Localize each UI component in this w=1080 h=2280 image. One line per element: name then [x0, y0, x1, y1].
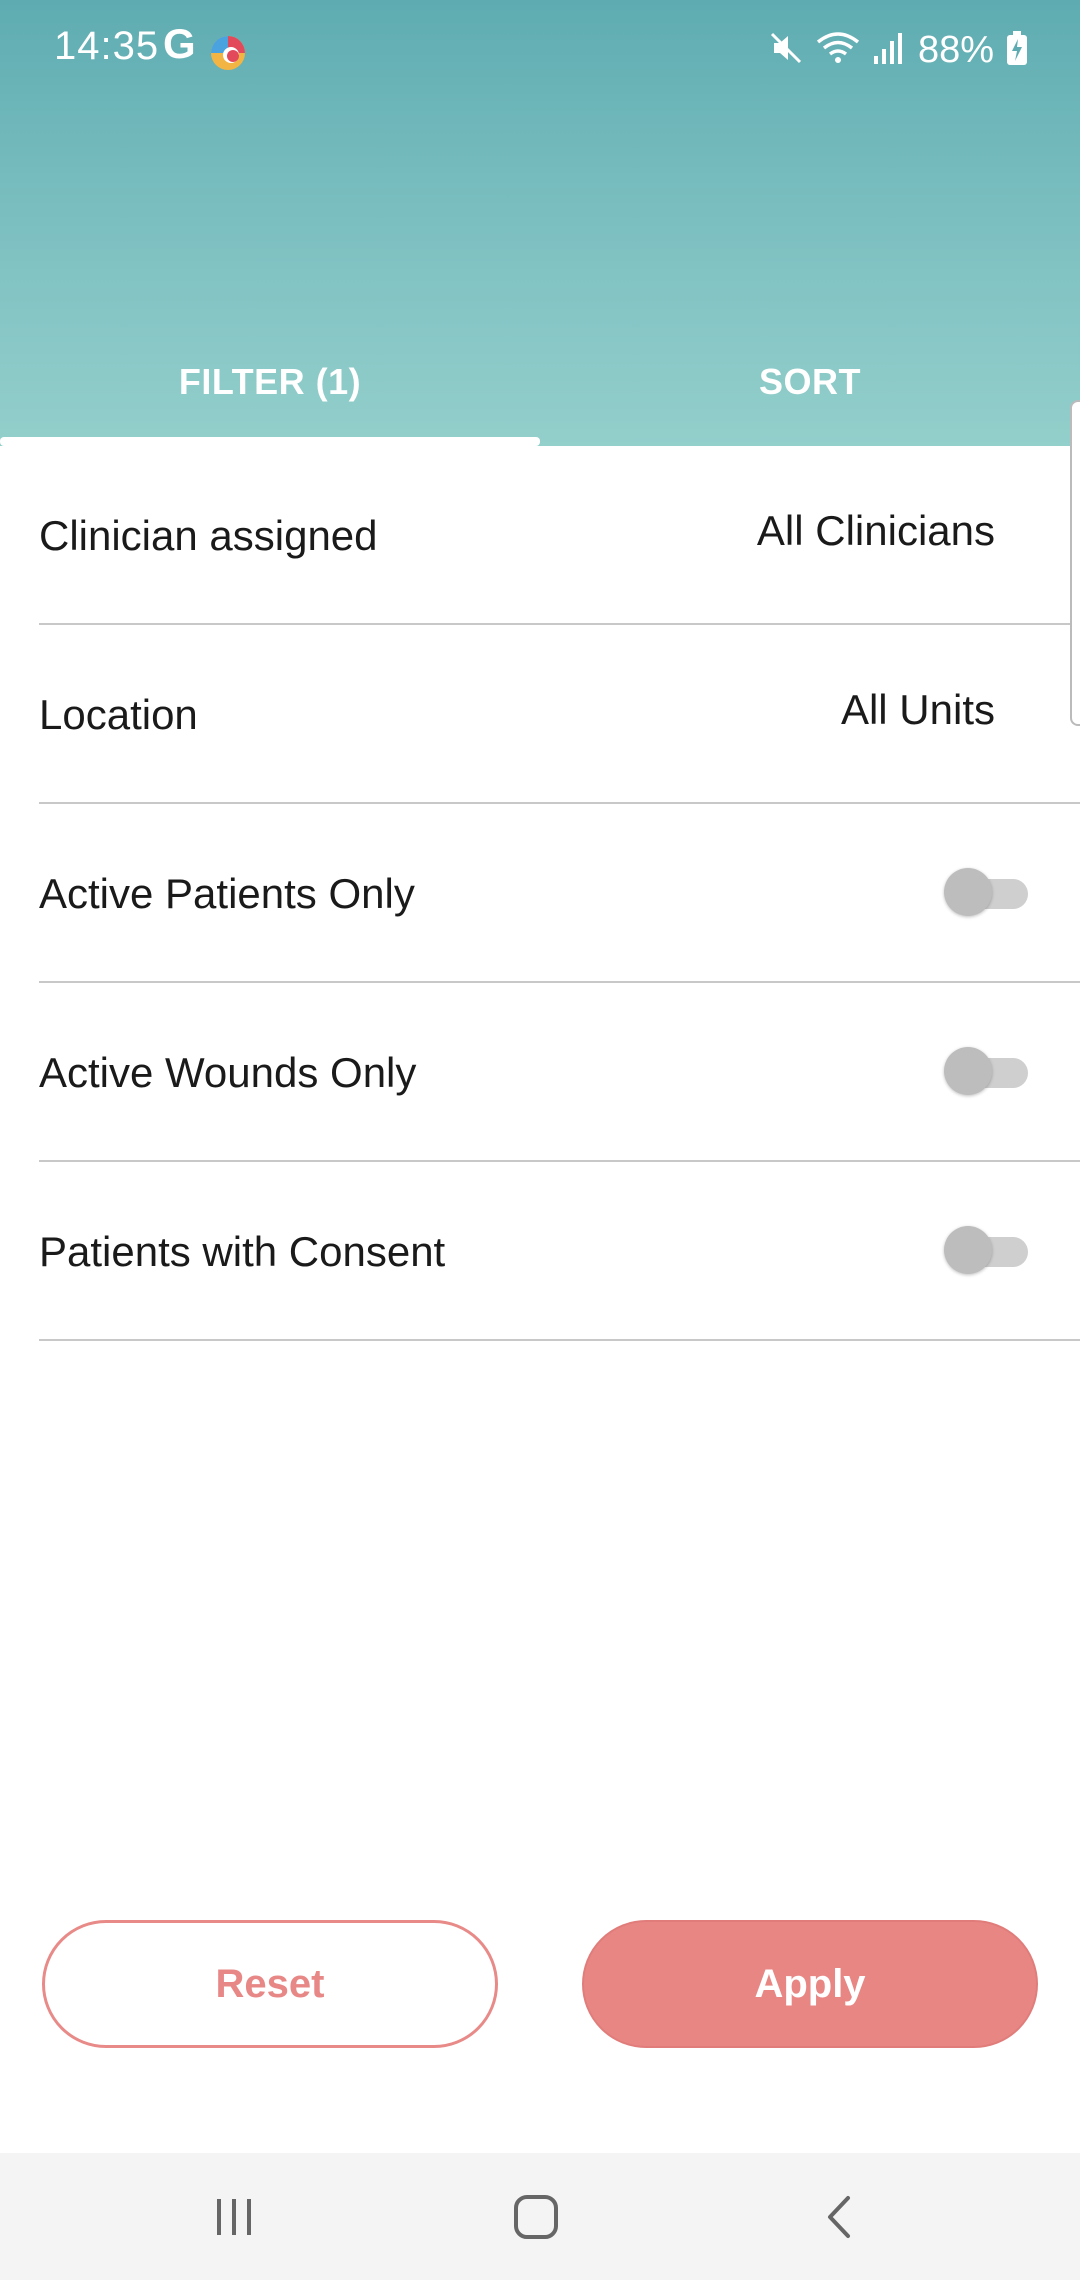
system-nav-bar: [0, 2153, 1080, 2280]
mute-icon: [768, 30, 804, 71]
home-icon[interactable]: [466, 2153, 606, 2280]
wifi-icon: [816, 30, 860, 71]
filter-list: Clinician assigned All Clinicians Locati…: [0, 446, 1080, 1341]
location-value[interactable]: All Units: [841, 625, 995, 795]
google-icon: G: [163, 20, 196, 67]
app-notification-icon: [209, 34, 247, 72]
location-label: Location: [39, 690, 198, 738]
clinician-assigned-row[interactable]: Clinician assigned All Clinicians: [39, 446, 1080, 625]
consent-toggle[interactable]: [944, 1226, 1028, 1274]
status-bar: 14:35 G 88%: [0, 0, 1080, 100]
battery-percent: 88%: [917, 28, 994, 71]
toggle-thumb: [944, 1047, 992, 1095]
location-row[interactable]: Location All Units: [39, 625, 1080, 804]
tab-bar: FILTER (1) SORT: [0, 330, 1080, 446]
side-panel-handle[interactable]: [1070, 400, 1080, 726]
consent-row: Patients with Consent: [39, 1162, 1080, 1341]
tab-filter[interactable]: FILTER (1): [0, 330, 540, 446]
tab-sort[interactable]: SORT: [540, 330, 1080, 446]
status-icons: 88%: [768, 22, 1028, 78]
active-patients-row: Active Patients Only: [39, 804, 1080, 983]
clinician-assigned-label: Clinician assigned: [39, 511, 378, 559]
active-patients-toggle[interactable]: [944, 868, 1028, 916]
battery-charging-icon: [1006, 30, 1028, 71]
clinician-assigned-value[interactable]: All Clinicians: [757, 446, 995, 616]
signal-icon: [872, 30, 906, 71]
active-wounds-row: Active Wounds Only: [39, 983, 1080, 1162]
active-wounds-label: Active Wounds Only: [39, 1048, 417, 1096]
apply-button[interactable]: Apply: [582, 1920, 1038, 2048]
active-patients-label: Active Patients Only: [39, 869, 415, 917]
status-time: 14:35: [54, 24, 160, 68]
toggle-thumb: [944, 868, 992, 916]
tab-indicator: [0, 437, 540, 446]
active-wounds-toggle[interactable]: [944, 1047, 1028, 1095]
back-icon[interactable]: [769, 2153, 909, 2280]
reset-button[interactable]: Reset: [42, 1920, 498, 2048]
recents-icon[interactable]: [164, 2153, 304, 2280]
toggle-thumb: [944, 1226, 992, 1274]
header: 14:35 G 88% FILTER (1) SORT: [0, 0, 1080, 446]
consent-label: Patients with Consent: [39, 1227, 446, 1275]
